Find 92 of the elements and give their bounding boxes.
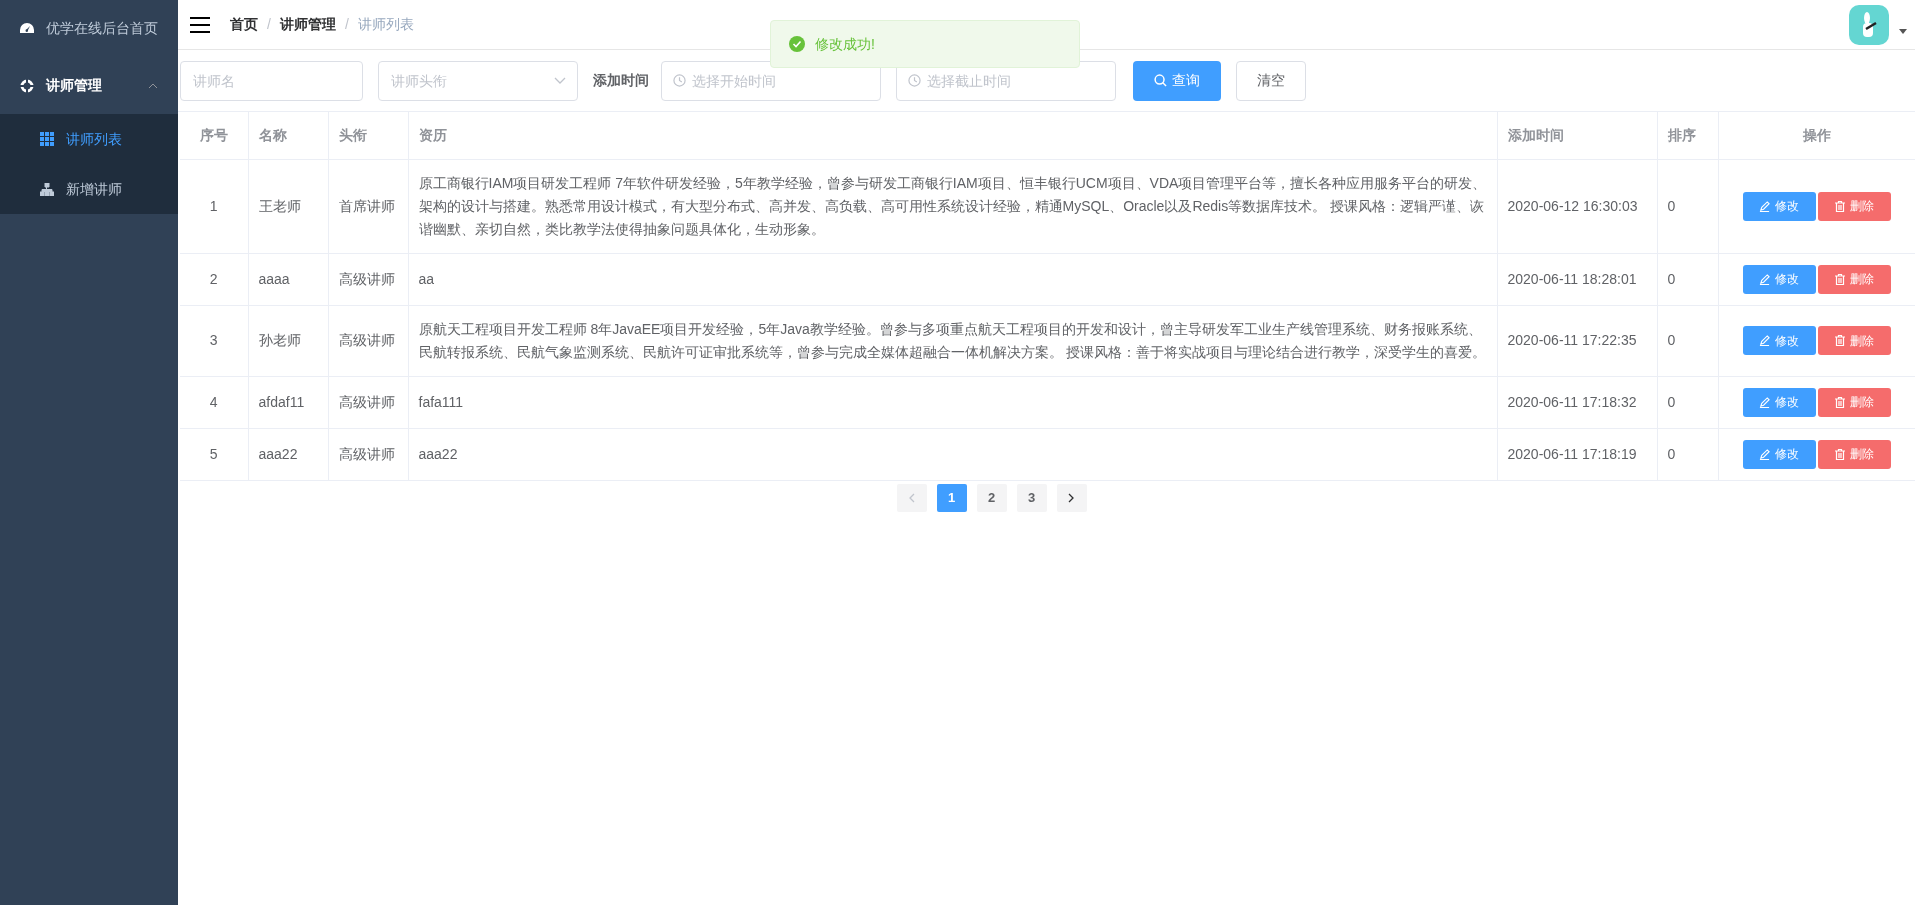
gauge-icon [20,22,34,35]
pencil-icon [1759,448,1770,460]
edit-button[interactable]: 修改 [1742,264,1816,294]
column-header: 排序 [1657,112,1718,159]
pencil-icon [1759,335,1770,346]
grid-icon [40,132,54,146]
edit-button[interactable]: 修改 [1742,439,1816,469]
column-header: 序号 [180,112,248,159]
sidebar-item[interactable]: 优学在线后台首页 [0,0,178,57]
table-cell: 0 [1657,159,1718,253]
table-cell: 高级讲师 [328,376,408,428]
column-header: 头衔 [328,112,408,159]
column-header: 添加时间 [1497,112,1657,159]
table-cell: 3 [180,305,248,376]
table-cell: 0 [1657,305,1718,376]
breadcrumb-separator: / [267,15,271,34]
table-cell: aaa22 [408,428,1497,480]
pencil-icon [1759,273,1770,285]
delete-button[interactable]: 删除 [1817,439,1891,469]
check-circle-icon [789,36,805,52]
clear-button[interactable]: 清空 [1236,60,1306,101]
breadcrumb-link[interactable]: 首页 [230,14,258,35]
sidebar-item[interactable]: 讲师管理 [0,57,178,114]
table-cell: 首席讲师 [328,159,408,253]
pencil-icon [1759,200,1770,212]
table-cell: 2020-06-11 17:18:19 [1497,428,1657,480]
filter-label: 添加时间 [593,71,649,90]
next-page-button[interactable] [1056,483,1087,512]
table-cell: 原工商银行IAM项目研发工程师 7年软件研发经验，5年教学经验，曾参与研发工商银行IAM项目、恒丰银行UCM项目、VDA项目管理平台等，擅长各种应用服务平台的研发、架构的设计与搭建。熟悉常用设计模式，有大型分布式、高并发、高负载、高可用性系统设计经验，精通MySQL、Oracle以及Redis等数据库技术。 授课风格：逻辑严谨、诙谐幽默、亲切自然，类比教学法使得抽象问题具体化，生动形象。 [408,159,1497,253]
delete-button[interactable]: 删除 [1817,326,1891,355]
table-cell: 0 [1657,428,1718,480]
trash-icon [1834,200,1845,212]
table-cell: 0 [1657,253,1718,305]
caret-down-icon[interactable] [1899,29,1907,34]
user-avatar[interactable] [1849,4,1889,45]
delete-button[interactable]: 删除 [1817,387,1891,417]
sidebar-subitem[interactable]: 讲师列表 [0,114,178,164]
table-cell: fafa111 [408,376,1497,428]
table-cell: aaaa [248,253,328,305]
edit-button[interactable]: 修改 [1742,326,1816,355]
page-button[interactable]: 3 [1016,483,1047,512]
column-header: 操作 [1718,112,1915,159]
menu-icon[interactable] [190,16,210,33]
edit-button[interactable]: 修改 [1742,387,1816,417]
title-select[interactable]: 讲师头衔 [378,60,578,101]
table-cell: 0 [1657,376,1718,428]
table-cell: 2020-06-11 17:22:35 [1497,305,1657,376]
table-cell: 2 [180,253,248,305]
breadcrumb-separator: / [344,15,349,34]
table-cell: 高级讲师 [328,253,408,305]
search-icon [1154,74,1167,87]
table-cell: aaa22 [248,428,328,480]
chevron-icon [148,82,158,89]
trash-icon [1834,448,1845,460]
pencil-icon [1759,396,1770,408]
table-cell: 4 [180,376,248,428]
name-input-field[interactable]: 讲师名 [180,60,363,101]
table-cell: 2020-06-12 16:30:03 [1497,159,1657,253]
table-cell: 1 [180,159,248,253]
clock-icon [908,73,921,87]
clock-icon [673,73,686,87]
table-cell: aa [408,253,1497,305]
start-date-field[interactable]: 选择开始时间 [661,60,881,101]
table-cell: 孙老师 [248,305,328,376]
trash-icon [1834,273,1845,285]
table-cell: 高级讲师 [328,305,408,376]
delete-button[interactable]: 删除 [1817,191,1891,221]
page-button[interactable]: 2 [976,483,1007,512]
toast-message: 修改成功! [815,34,875,54]
previous-page-button[interactable] [896,483,927,512]
column-header: 资历 [408,112,1497,159]
sidebar-subitem[interactable]: 新增讲师 [0,164,178,214]
edit-button[interactable]: 修改 [1742,191,1816,221]
column-header: 名称 [248,112,328,159]
table-cell: 2020-06-11 18:28:01 [1497,253,1657,305]
chevron-right-icon [1068,492,1075,503]
search-button[interactable]: 查询 [1133,60,1221,101]
table-cell: 5 [180,428,248,480]
table-cell: 王老师 [248,159,328,253]
page-button[interactable]: 1 [936,483,967,512]
breadcrumb-link[interactable]: 讲师管理 [279,14,336,35]
table-cell: 2020-06-11 17:18:32 [1497,376,1657,428]
chevron-down-icon [554,76,566,84]
lifebuoy-icon [20,78,34,93]
table-cell: 高级讲师 [328,428,408,480]
chevron-left-icon [908,492,915,503]
trash-icon [1834,335,1845,346]
table-cell: 原航天工程项目开发工程师 8年JavaEE项目开发经验，5年Java教学经验。曾参与多项重点航天工程项目的开发和设计，曾主导研发军工业生产线管理系统、财务报账系统、民航转报系统、民航气象监测系统、民航许可证审批系统等，曾参与完成全媒体超融合一体机解决方案。 授课风格：善于将实战项目与理论结合进行教学，深受学生的喜爱。 [408,305,1497,376]
hierarchy-icon [40,182,54,196]
trash-icon [1834,396,1845,408]
delete-button[interactable]: 删除 [1817,264,1891,294]
table-cell: afdaf11 [248,376,328,428]
